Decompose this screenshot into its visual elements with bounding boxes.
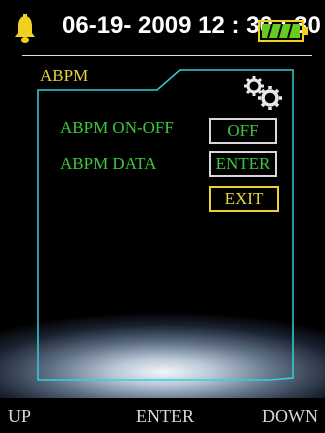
- softkey-up[interactable]: UP: [8, 406, 31, 427]
- menu-panel-frame: [37, 69, 294, 381]
- exit-button[interactable]: EXIT: [209, 186, 279, 212]
- abpm-data-enter-button[interactable]: ENTER: [209, 151, 277, 177]
- header-divider: [22, 55, 312, 56]
- softkey-down[interactable]: DOWN: [262, 406, 318, 427]
- gears-icon: [242, 74, 284, 115]
- abpm-on-off-label: ABPM ON-OFF: [60, 118, 174, 137]
- abpm-data-label: ABPM DATA: [60, 154, 157, 173]
- abpm-on-off-button[interactable]: OFF: [209, 118, 277, 144]
- battery-icon: [258, 20, 310, 47]
- softkey-enter[interactable]: ENTER: [136, 406, 194, 427]
- panel-title: ABPM: [40, 66, 89, 85]
- device-screen: 06-19- 2009 12 : 30 : 30 ABPM ABPM ON-OF…: [0, 0, 325, 433]
- status-bar: 06-19- 2009 12 : 30 : 30: [0, 0, 325, 62]
- softkey-bar: UP ENTER DOWN: [0, 398, 325, 433]
- bell-icon: [14, 14, 36, 49]
